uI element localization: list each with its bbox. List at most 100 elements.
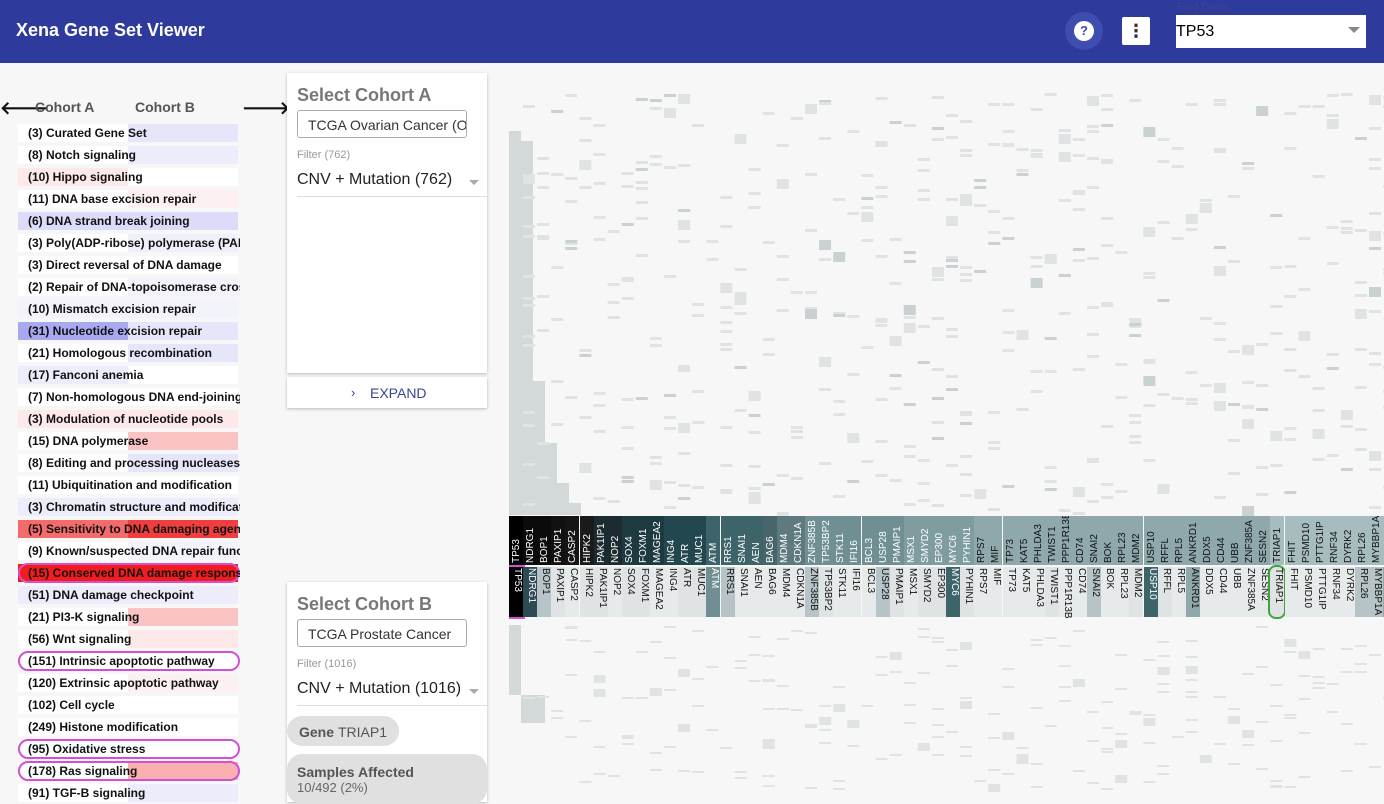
pathway-row[interactable]: (3) Poly(ADP-ribose) polymerase (PARP) e…: [18, 232, 240, 254]
gene-column[interactable]: FOXM1 FOXM1: [635, 516, 650, 624]
gene-column[interactable]: STK11 STK11: [833, 516, 848, 624]
pathway-row[interactable]: (3) Chromatin structure and modification: [18, 496, 240, 518]
gene-column[interactable]: MAGEA2 MAGEA2: [650, 516, 664, 624]
gene-column[interactable]: UBB UBB: [1228, 516, 1243, 624]
gene-column[interactable]: MYBBP1A MYBBP1A: [1369, 516, 1384, 624]
gene-column[interactable]: MSX1 MSX1: [903, 516, 918, 624]
pathway-row[interactable]: (17) Fanconi anemia: [18, 364, 240, 386]
more-menu-button[interactable]: ⋮: [1122, 17, 1150, 45]
pathway-row[interactable]: (91) TGF-B signaling: [18, 782, 240, 804]
pathway-row[interactable]: (15) DNA polymerase: [18, 430, 240, 452]
gene-column[interactable]: MDM4 MDM4: [776, 516, 791, 624]
gene-column[interactable]: MUC1 MUC1: [692, 516, 707, 624]
sample-heatmap[interactable]: [509, 63, 1384, 792]
gene-column[interactable]: PSMD10 PSMD10: [1298, 516, 1313, 624]
gene-column[interactable]: BAG6 BAG6: [762, 516, 777, 624]
gene-column[interactable]: TP53 TP53: [509, 516, 525, 624]
pathway-row[interactable]: (178) Ras signaling: [18, 760, 240, 782]
cohort-a-select[interactable]: TCGA Ovarian Cancer (OV): [297, 110, 467, 138]
pathway-row[interactable]: (51) DNA damage checkpoint: [18, 584, 240, 606]
pathway-row[interactable]: (21) PI3-K signaling: [18, 606, 240, 628]
cohort-b-select[interactable]: TCGA Prostate Cancer: [297, 619, 467, 647]
gene-column[interactable]: MIF MIF: [988, 516, 1003, 624]
gene-column[interactable]: PAK1IP1 PAK1IP1: [593, 516, 608, 624]
gene-column[interactable]: TRIAP1 TRIAP1: [1268, 516, 1287, 624]
gene-column[interactable]: TP53BP2 TP53BP2: [819, 516, 834, 624]
pathway-row[interactable]: (21) Homologous recombination: [18, 342, 240, 364]
gene-column[interactable]: NDRG1 NDRG1: [523, 516, 538, 624]
pathway-row[interactable]: (10) Hippo signaling: [18, 166, 240, 188]
gene-column[interactable]: RPL26 RPL26: [1355, 516, 1369, 624]
gene-column[interactable]: RPS7 RPS7: [974, 516, 989, 624]
gene-column[interactable]: SNAI2 SNAI2: [1087, 516, 1102, 624]
pathway-row[interactable]: (151) Intrinsic apoptotic pathway: [18, 650, 240, 672]
pathway-row[interactable]: (15) Conserved DNA damage response: [18, 562, 240, 584]
pathway-row[interactable]: (9) Known/suspected DNA repair function: [18, 540, 240, 562]
gene-column[interactable]: CDKN1A CDKN1A: [791, 516, 805, 624]
gene-column[interactable]: PMAIP1 PMAIP1: [889, 516, 904, 624]
gene-column[interactable]: PPP1R13B PPP1R13B: [1058, 516, 1073, 624]
gene-column[interactable]: USP10 USP10: [1143, 516, 1158, 624]
gene-column[interactable]: PHLDA3 PHLDA3: [1030, 516, 1045, 624]
gene-column[interactable]: PAXIP1 PAXIP1: [551, 516, 566, 624]
pathway-row[interactable]: (5) Sensitivity to DNA damaging agents: [18, 518, 240, 540]
gene-column[interactable]: RFFL RFFL: [1157, 516, 1172, 624]
pathway-row[interactable]: (11) Ubiquitination and modification: [18, 474, 240, 496]
help-button[interactable]: ?: [1065, 12, 1103, 50]
pathway-row[interactable]: (3) Curated Gene Set: [18, 122, 240, 144]
pathway-row[interactable]: (11) DNA base excision repair: [18, 188, 240, 210]
gene-column[interactable]: ANKRD1 ANKRD1: [1185, 516, 1200, 624]
gene-column[interactable]: AEN AEN: [748, 516, 763, 624]
gene-column[interactable]: USP28 USP28: [875, 516, 890, 624]
find-gene-input[interactable]: TP53: [1176, 15, 1366, 48]
gene-column[interactable]: MDM2 MDM2: [1129, 516, 1144, 624]
pathway-row[interactable]: (7) Non-homologous DNA end-joining: [18, 386, 240, 408]
gene-column[interactable]: EP300 EP300: [932, 516, 946, 624]
gene-column[interactable]: ZNF385B ZNF385B: [805, 516, 820, 624]
pathway-row[interactable]: (249) Histone modification: [18, 716, 240, 738]
pathway-row[interactable]: (102) Cell cycle: [18, 694, 240, 716]
gene-column[interactable]: SOX4 SOX4: [621, 516, 636, 624]
arrow-right-icon[interactable]: 🡒: [242, 98, 290, 119]
expand-button[interactable]: › EXPAND: [287, 377, 487, 408]
pathway-row[interactable]: (3) Direct reversal of DNA damage: [18, 254, 240, 276]
gene-column[interactable]: DDX5 DDX5: [1199, 516, 1214, 624]
gene-column[interactable]: IFI16 IFI16: [847, 516, 862, 624]
gene-column[interactable]: RNF34 RNF34: [1326, 516, 1341, 624]
gene-column[interactable]: BOP1 BOP1: [537, 516, 552, 624]
gene-column[interactable]: PTTG1IP PTTG1IP: [1312, 516, 1327, 624]
gene-column[interactable]: FHIT FHIT: [1284, 516, 1299, 624]
gene-column[interactable]: SESN2 SESN2: [1256, 516, 1271, 624]
pathway-row[interactable]: (95) Oxidative stress: [18, 738, 240, 760]
gene-column[interactable]: ING4 ING4: [664, 516, 679, 624]
gene-column[interactable]: KAT5 KAT5: [1016, 516, 1031, 624]
cohort-b-filter-select[interactable]: CNV + Mutation (1016): [297, 680, 461, 698]
gene-column[interactable]: BOK BOK: [1101, 516, 1116, 624]
gene-column[interactable]: PYHIN1 PYHIN1: [960, 516, 975, 624]
gene-column[interactable]: CASP2 CASP2: [565, 516, 580, 624]
gene-column[interactable]: SMYD2 SMYD2: [917, 516, 932, 624]
cohort-a-filter-select[interactable]: CNV + Mutation (762): [297, 171, 452, 189]
gene-column[interactable]: BCL3 BCL3: [861, 516, 876, 624]
gene-column[interactable]: RPL23 RPL23: [1115, 516, 1130, 624]
gene-column[interactable]: ATM ATM: [706, 516, 721, 624]
gene-column[interactable]: SNAI1 SNAI1: [734, 516, 749, 624]
gene-column[interactable]: CD44 CD44: [1214, 516, 1228, 624]
gene-column[interactable]: HIPK2 HIPK2: [579, 516, 594, 624]
gene-column[interactable]: ATR ATR: [678, 516, 693, 624]
gene-column[interactable]: NOP2 NOP2: [607, 516, 622, 624]
gene-column[interactable]: ZNF385A ZNF385A: [1242, 516, 1257, 624]
pathway-row[interactable]: (8) Notch signaling: [18, 144, 240, 166]
gene-column[interactable]: RPL5 RPL5: [1171, 516, 1186, 624]
pathway-row[interactable]: (6) DNA strand break joining: [18, 210, 240, 232]
gene-column[interactable]: CD74 CD74: [1073, 516, 1087, 624]
pathway-row[interactable]: (31) Nucleotide excision repair: [18, 320, 240, 342]
gene-column[interactable]: MYC6 MYC6: [946, 516, 961, 624]
pathway-row[interactable]: (56) Wnt signaling: [18, 628, 240, 650]
gene-column[interactable]: TWIST1 TWIST1: [1044, 516, 1059, 624]
gene-column[interactable]: DYRK2 DYRK2: [1340, 516, 1355, 624]
pathway-row[interactable]: (2) Repair of DNA-topoisomerase crosslin…: [18, 276, 240, 298]
pathway-row[interactable]: (8) Editing and processing nucleases: [18, 452, 240, 474]
gene-column[interactable]: TP73 TP73: [1002, 516, 1017, 624]
gene-column[interactable]: RRS1 RRS1: [720, 516, 735, 624]
